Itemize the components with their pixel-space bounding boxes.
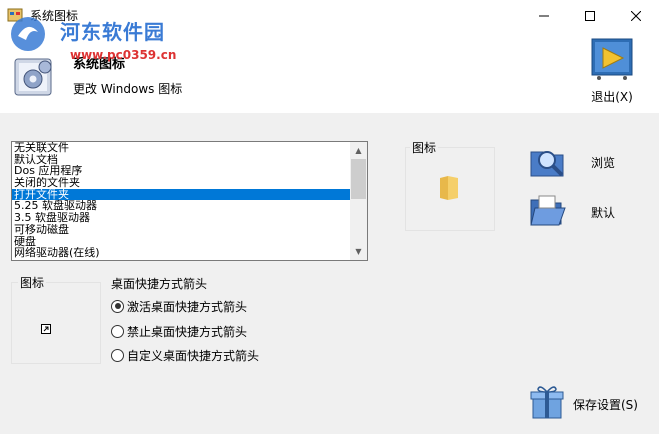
shortcut-arrow-icon	[41, 324, 51, 334]
maximize-button[interactable]	[567, 0, 613, 31]
list-item[interactable]: 打开文件夹	[12, 188, 350, 201]
save-label: 保存设置(S)	[573, 398, 638, 412]
watermark-text: 河东软件园	[60, 20, 165, 44]
close-button[interactable]	[613, 0, 659, 31]
icon-type-list[interactable]: 无关联文件 默认文档 Dos 应用程序 关闭的文件夹 打开文件夹 5.25 软盘驱动器 3.…	[11, 141, 368, 261]
browse-icon	[530, 151, 564, 177]
browse-button[interactable]: 浏览	[529, 142, 639, 182]
watermark-logo-icon	[11, 17, 45, 51]
exit-label: 退出(X)	[591, 90, 633, 104]
shortcut-icon-label: 图标	[18, 274, 47, 291]
list-item[interactable]: 网络驱动器(在线)	[12, 247, 350, 259]
list-item[interactable]: 硬盘	[12, 236, 350, 248]
header-subtitle: 更改 Windows 图标	[73, 82, 183, 96]
maximize-icon	[585, 10, 595, 21]
default-button[interactable]: 默认	[529, 192, 639, 232]
icon-preview-group: 图标	[405, 139, 495, 231]
scroll-up-icon[interactable]: ▲	[350, 142, 367, 159]
list-item[interactable]: 可移动磁盘	[12, 224, 350, 236]
list-item[interactable]: 无关联文件	[12, 142, 350, 154]
exit-icon	[591, 38, 633, 80]
list-item[interactable]: 5.25 软盘驱动器	[12, 200, 350, 212]
radio-button[interactable]	[111, 324, 124, 338]
radio-enable-arrow[interactable]: 激活桌面快捷方式箭头	[111, 297, 247, 315]
shortcut-icon-group: 图标	[11, 272, 101, 364]
radio-custom-arrow[interactable]: 自定义桌面快捷方式箭头	[111, 346, 259, 364]
minimize-button[interactable]	[521, 0, 567, 31]
radio-button[interactable]	[111, 299, 124, 313]
close-icon	[631, 10, 641, 21]
list-items: 无关联文件 默认文档 Dos 应用程序 关闭的文件夹 打开文件夹 5.25 软盘驱动器 3.…	[12, 142, 350, 259]
list-item[interactable]: 关闭的文件夹	[12, 177, 350, 189]
default-label: 默认	[591, 206, 616, 220]
watermark-url: www.pc0359.cn	[70, 48, 177, 62]
icon-preview-label: 图标	[410, 139, 439, 156]
radio-label: 禁止桌面快捷方式箭头	[127, 324, 248, 339]
browse-label: 浏览	[591, 156, 616, 170]
list-item[interactable]: 默认文档	[12, 154, 350, 166]
folder-icon	[440, 176, 458, 200]
radio-button[interactable]	[111, 348, 124, 362]
arrow-group-title: 桌面快捷方式箭头	[111, 277, 208, 291]
minimize-icon	[539, 15, 549, 16]
save-settings-button[interactable]: 保存设置(S)	[530, 384, 642, 424]
exit-button[interactable]: 退出(X)	[582, 36, 642, 108]
icon-preview	[405, 147, 495, 231]
open-folder-icon	[530, 195, 566, 226]
scroll-thumb[interactable]	[351, 159, 366, 199]
radio-label: 自定义桌面快捷方式箭头	[127, 348, 260, 363]
scroll-down-icon[interactable]: ▼	[350, 243, 367, 260]
shortcut-icon-preview	[11, 282, 101, 364]
list-scrollbar[interactable]: ▲ ▼	[350, 142, 367, 260]
list-item[interactable]: 3.5 软盘驱动器	[12, 212, 350, 224]
radio-disable-arrow[interactable]: 禁止桌面快捷方式箭头	[111, 322, 247, 340]
radio-label: 激活桌面快捷方式箭头	[127, 299, 248, 314]
gift-box-icon	[530, 386, 564, 419]
list-item[interactable]: Dos 应用程序	[12, 165, 350, 177]
